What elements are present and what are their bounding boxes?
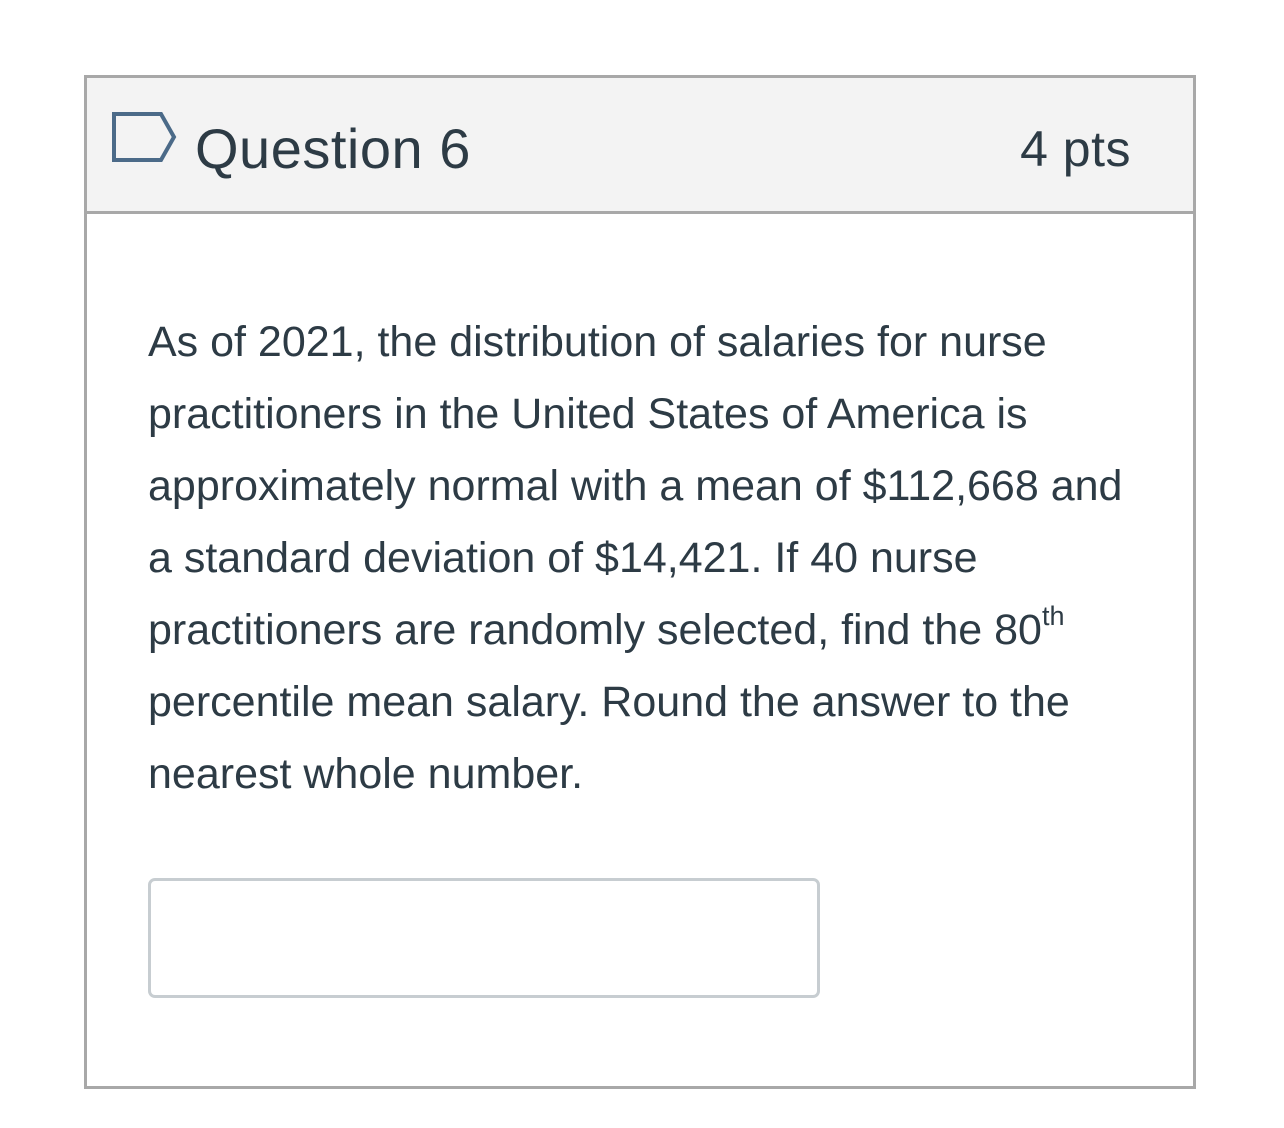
question-text: As of 2021, the distribution of salaries… bbox=[148, 306, 1158, 810]
question-header: Question 6 4 pts bbox=[87, 78, 1193, 214]
question-title: Question 6 bbox=[195, 117, 471, 180]
question-text-part1: As of 2021, the distribution of salaries… bbox=[148, 318, 1123, 654]
question-text-part2: percentile mean salary. Round the answer… bbox=[148, 678, 1070, 798]
question-points: 4 pts bbox=[1020, 121, 1131, 177]
question-text-superscript: th bbox=[1041, 600, 1065, 631]
flag-icon[interactable] bbox=[111, 111, 177, 163]
answer-input[interactable] bbox=[148, 878, 820, 998]
question-card: Question 6 4 pts As of 2021, the distrib… bbox=[84, 75, 1196, 1089]
